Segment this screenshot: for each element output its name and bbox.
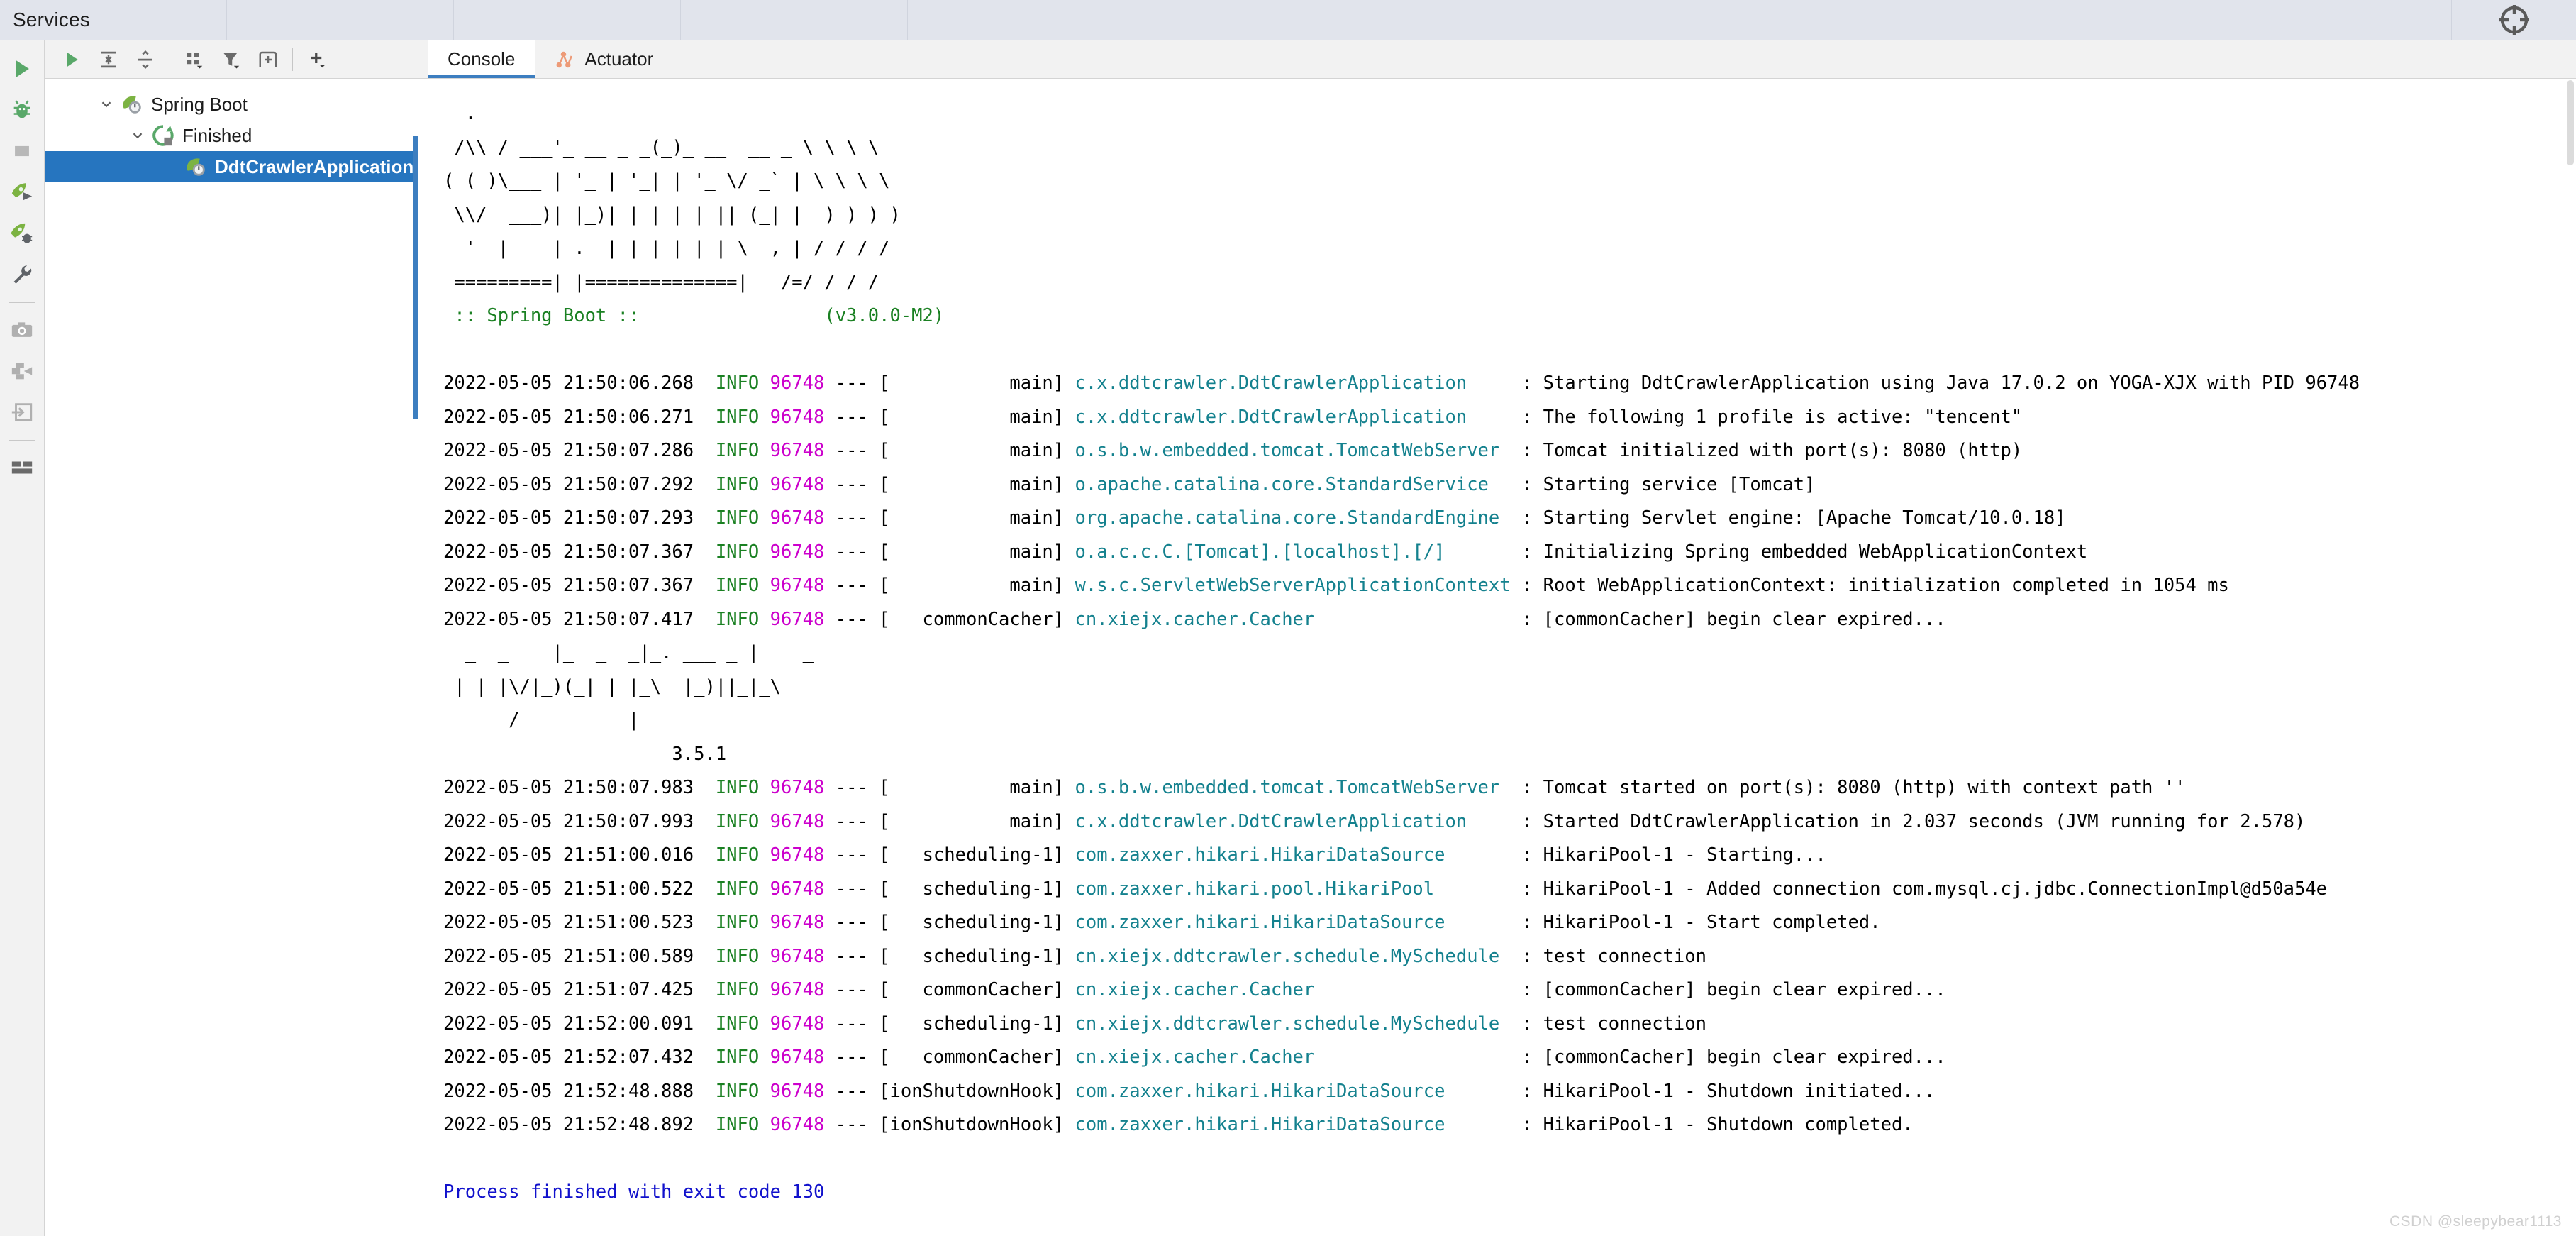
window-settings-area: [2452, 0, 2576, 40]
gutter-marker: [413, 136, 418, 419]
filter-icon[interactable]: [213, 43, 250, 77]
toolbar-divider-2: [292, 48, 293, 71]
group-by-icon[interactable]: [176, 43, 213, 77]
spring-boot-leaf-icon: [184, 155, 208, 179]
tab-console[interactable]: Console: [428, 40, 535, 78]
spring-boot-leaf-icon: [120, 92, 144, 116]
window-tab-filler: [908, 0, 2452, 40]
window-tab-label: Services: [13, 9, 90, 31]
add-service-icon[interactable]: [299, 43, 335, 77]
console-gutter: [413, 79, 426, 1236]
chevron-down-icon[interactable]: [124, 128, 151, 143]
window-tab-services[interactable]: Services: [0, 0, 227, 40]
console-tabbar: Console Actuator: [413, 40, 2576, 79]
stop-icon[interactable]: [2, 131, 42, 171]
wrench-icon[interactable]: [2, 255, 42, 294]
window-tab-3[interactable]: [454, 0, 681, 40]
console-scrollbar[interactable]: [2565, 79, 2576, 1236]
collapse-all-icon[interactable]: [127, 43, 164, 77]
run-all-icon[interactable]: [53, 43, 90, 77]
tree-node-spring-boot[interactable]: Spring Boot: [45, 89, 413, 120]
tree-node-finished[interactable]: Finished: [45, 120, 413, 151]
camera-icon[interactable]: [2, 310, 42, 350]
main-body: Spring Boot Finished DdtCrawlerApplicati…: [0, 40, 2576, 1236]
tree-node-label: DdtCrawlerApplication: [215, 155, 414, 177]
services-tree[interactable]: Spring Boot Finished DdtCrawlerApplicati…: [45, 79, 413, 1236]
expand-all-icon[interactable]: [90, 43, 127, 77]
actuator-graph-icon: [555, 49, 576, 70]
console-panel: Console Actuator . ____ _ __ _ _ /\\ / _…: [413, 40, 2576, 1236]
run-icon[interactable]: [2, 49, 42, 89]
tree-node-label: Finished: [182, 124, 252, 146]
console-output-area: . ____ _ __ _ _ /\\ / ___'_ __ _ _(_)_ _…: [413, 79, 2576, 1236]
chevron-down-icon[interactable]: [93, 96, 120, 112]
window-tab-4[interactable]: [681, 0, 908, 40]
services-tool-window: Services Spring Boot Finished DdtCrawler…: [0, 0, 2576, 1236]
crosshair-target-icon[interactable]: [2497, 3, 2531, 37]
console-text[interactable]: . ____ _ __ _ _ /\\ / ___'_ __ _ _(_)_ _…: [426, 79, 2576, 1236]
layout-icon[interactable]: [2, 448, 42, 487]
window-tab-2[interactable]: [227, 0, 454, 40]
services-toolbar: [45, 40, 413, 79]
scrollbar-thumb[interactable]: [2567, 80, 2574, 165]
rail-divider-2: [9, 440, 35, 441]
tree-node-ddtcrawlerapplication[interactable]: DdtCrawlerApplication: [45, 151, 413, 182]
tab-label: Actuator: [584, 48, 654, 70]
rerun-rocket-icon[interactable]: [2, 172, 42, 212]
run-actions-rail: [0, 40, 45, 1236]
rail-divider: [9, 302, 35, 303]
thread-dump-icon[interactable]: [2, 351, 42, 391]
tab-label: Console: [448, 48, 516, 70]
window-tab-strip: Services: [0, 0, 2576, 40]
attach-process-icon[interactable]: [2, 392, 42, 432]
rocket-debug-icon[interactable]: [2, 214, 42, 253]
rerun-finished-icon: [151, 123, 175, 148]
tree-node-label: Spring Boot: [151, 93, 248, 115]
debug-bug-icon[interactable]: [2, 90, 42, 130]
add-tab-icon[interactable]: [250, 43, 287, 77]
tab-actuator[interactable]: Actuator: [535, 40, 673, 78]
services-tree-panel: Spring Boot Finished DdtCrawlerApplicati…: [45, 40, 413, 1236]
